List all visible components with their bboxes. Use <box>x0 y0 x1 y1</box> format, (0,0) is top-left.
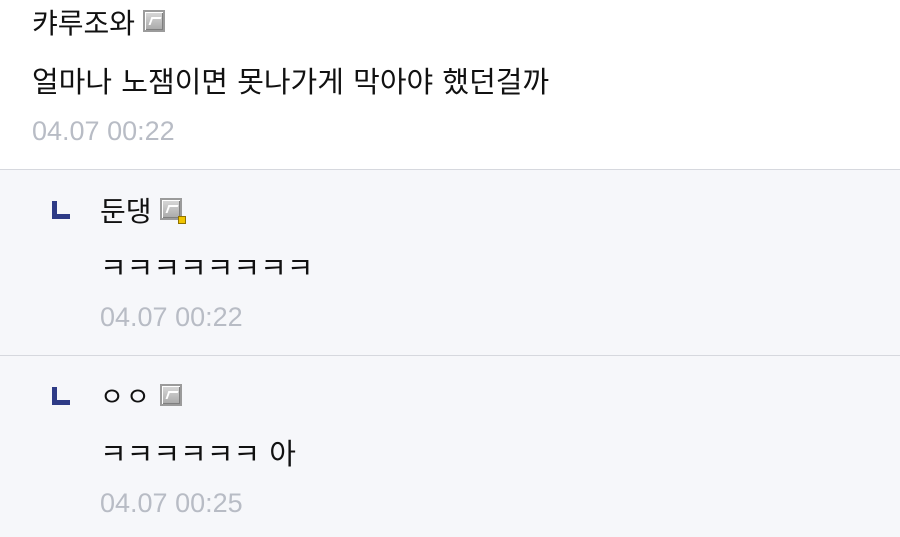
comment-author[interactable]: 캬루조와 <box>32 6 135 42</box>
reply-item: ㅇㅇ ㅋㅋㅋㅋㅋㅋ 아 04.07 00:25 <box>0 356 900 537</box>
reply-marker-icon <box>52 201 70 219</box>
comment-item: 캬루조와 얼마나 노잼이면 못나가게 막아야 했던걸까 04.07 00:22 <box>0 0 900 170</box>
reply-item: 둔댕 ㅋㅋㅋㅋㅋㅋㅋㅋ 04.07 00:22 <box>0 170 900 356</box>
comment-timestamp: 04.07 00:22 <box>32 116 175 146</box>
reply-marker-icon <box>52 387 70 405</box>
reply-author-row: ㅇㅇ <box>100 380 182 416</box>
reply-author[interactable]: 둔댕 <box>100 194 152 230</box>
reply-text: ㅋㅋㅋㅋㅋㅋ 아 <box>100 437 296 471</box>
grade-icon <box>143 10 166 32</box>
comment-text: 얼마나 노잼이면 못나가게 막아야 했던걸까 <box>32 65 550 99</box>
comment-author-row: 캬루조와 <box>32 6 166 42</box>
reply-text: ㅋㅋㅋㅋㅋㅋㅋㅋ <box>100 251 314 285</box>
comment-thread: 캬루조와 얼마나 노잼이면 못나가게 막아야 했던걸까 04.07 00:22 … <box>0 0 900 537</box>
reply-timestamp: 04.07 00:25 <box>100 488 243 518</box>
reply-author[interactable]: ㅇㅇ <box>100 380 152 416</box>
grade-icon <box>159 198 186 224</box>
badge-dot-icon <box>177 216 186 224</box>
grade-icon <box>159 384 182 406</box>
reply-timestamp: 04.07 00:22 <box>100 302 243 332</box>
reply-author-row: 둔댕 <box>100 194 186 230</box>
